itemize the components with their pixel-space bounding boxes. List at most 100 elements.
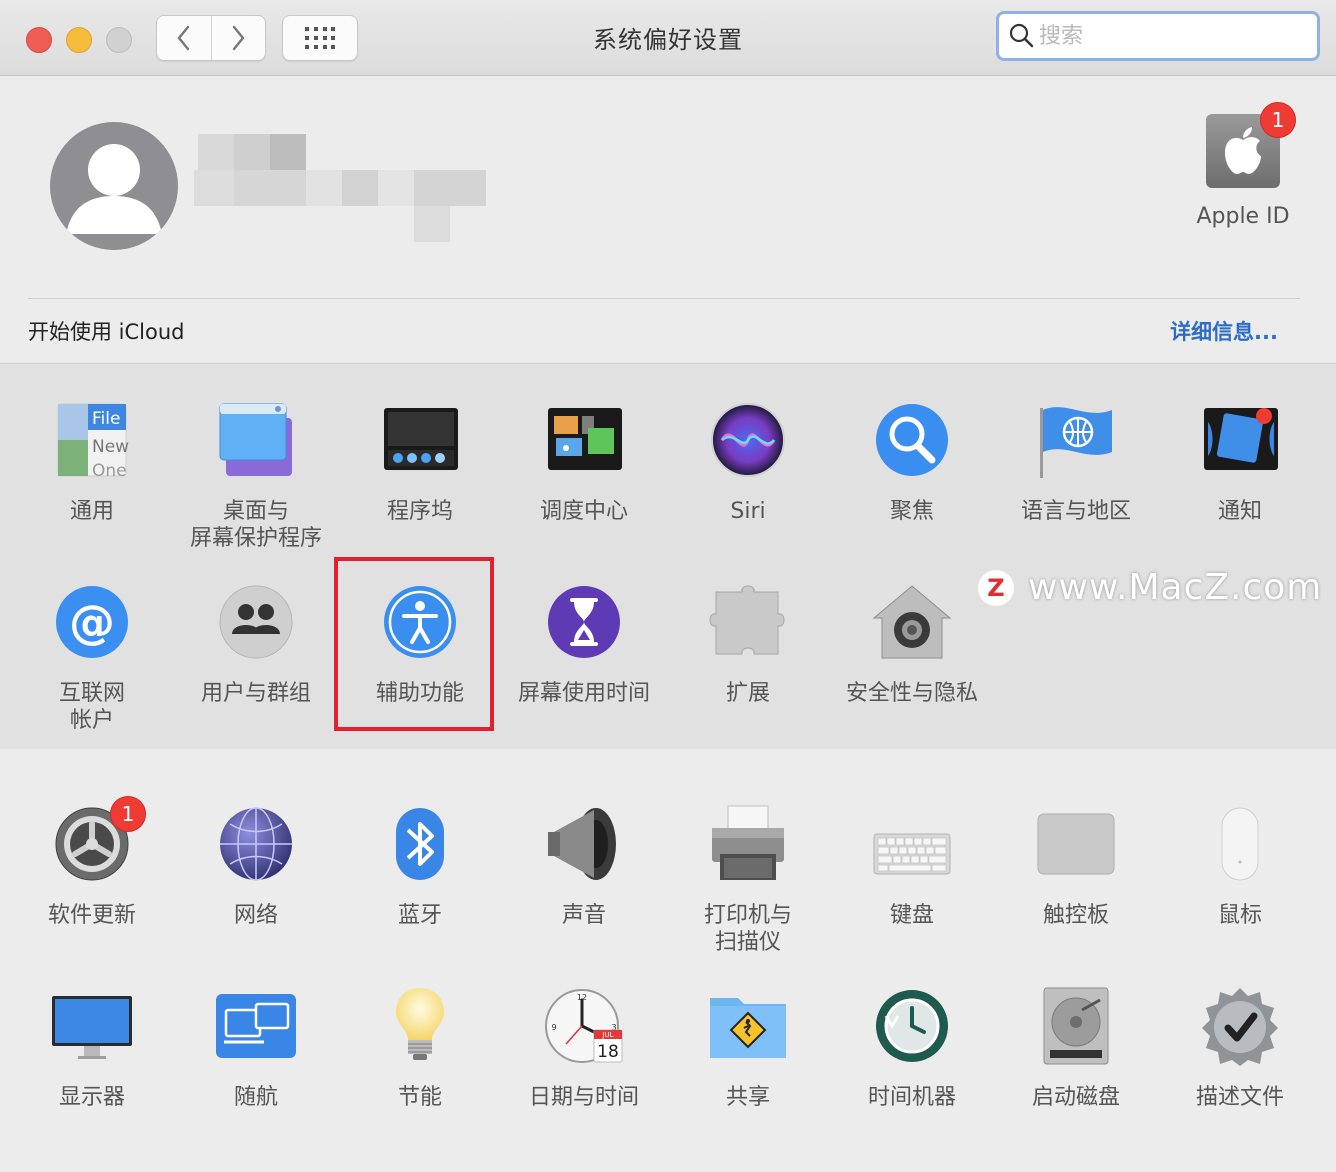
pane-time-machine[interactable]: 时间机器 [830,986,994,1111]
apple-id-badge: 1 [1260,102,1296,138]
pane-extensions[interactable]: 扩展 [666,582,830,707]
pane-label: 聚焦 [889,499,934,524]
svg-text:12: 12 [577,993,587,1002]
security-privacy-icon [872,582,952,662]
pane-printers-scanners[interactable]: 打印机与 扫描仪 [666,804,830,956]
user-avatar[interactable] [50,122,178,250]
pane-label: 用户与群组 [200,681,311,706]
pane-spotlight[interactable]: 聚焦 [830,400,994,525]
siri-icon [708,400,788,480]
pane-label: 显示器 [58,1085,125,1110]
pane-keyboard[interactable]: 键盘 [830,804,994,929]
language-region-icon [1036,400,1116,480]
pane-software-update[interactable]: 1 软件更新 [10,796,174,929]
pane-general[interactable]: File New One 通用 [10,400,174,525]
pane-mission-control[interactable]: 调度中心 [502,400,666,525]
pane-date-time[interactable]: 12 3 9 JUL 18 日期与时间 [502,986,666,1111]
icloud-prompt: 开始使用 iCloud [28,320,185,344]
pane-label: 桌面与 屏幕保护程序 [189,499,322,551]
spotlight-icon [872,400,952,480]
pane-label: 触控板 [1042,903,1109,928]
pane-energy-saver[interactable]: 节能 [338,986,502,1111]
users-groups-icon [216,582,296,662]
general-new-text: New [92,437,129,457]
pane-startup-disk[interactable]: 启动磁盘 [994,986,1158,1111]
search-icon [1009,23,1034,48]
dock-icon [380,400,460,480]
trackpad-icon [1036,804,1116,884]
general-icon: File New One [52,400,132,481]
search-field[interactable] [996,11,1320,61]
displays-icon [52,986,132,1066]
pane-label: 语言与地区 [1020,499,1131,524]
accessibility-highlight-box [334,557,494,731]
bluetooth-icon [380,804,460,884]
pane-label: 蓝牙 [397,903,442,928]
pane-siri[interactable]: Siri [666,400,830,525]
apple-logo-icon [1225,127,1261,174]
pane-label: 鼠标 [1217,903,1262,928]
user-silhouette-icon [66,144,162,234]
pane-profiles[interactable]: 描述文件 [1158,986,1322,1111]
pane-dock[interactable]: 程序坞 [338,400,502,525]
pane-label: 调度中心 [539,499,628,524]
printers-scanners-icon [708,804,788,884]
date-time-icon: 12 3 9 JUL 18 [544,986,624,1066]
pane-label: 程序坞 [386,499,453,524]
pane-notifications[interactable]: 通知 [1158,400,1322,525]
pane-internet-accounts[interactable]: @ 互联网 帐户 [10,582,174,734]
energy-saver-icon [380,986,460,1066]
pane-label: 随航 [233,1085,278,1110]
pane-label: 声音 [561,903,606,928]
general-file-text: File [92,409,120,429]
pane-label: 网络 [233,903,278,928]
pane-displays[interactable]: 显示器 [10,986,174,1111]
pane-sidecar[interactable]: 随航 [174,986,338,1111]
pane-label: 打印机与 扫描仪 [703,903,792,955]
screen-time-icon [544,582,624,662]
pane-label: 启动磁盘 [1031,1085,1120,1110]
pane-sharing[interactable]: 共享 [666,986,830,1111]
watermark-text: www.MacZ.com [1028,567,1323,608]
network-icon [216,804,296,884]
pane-bluetooth[interactable]: 蓝牙 [338,804,502,929]
pane-trackpad[interactable]: 触控板 [994,804,1158,929]
apple-id-pane[interactable]: 1 Apple ID [1190,102,1296,229]
account-section: 1 Apple ID 开始使用 iCloud 详细信息... [0,76,1336,362]
details-link[interactable]: 详细信息... [1170,316,1278,346]
profiles-icon [1200,986,1280,1066]
sharing-icon [708,986,788,1066]
apple-id-label: Apple ID [1196,204,1290,229]
pane-users-groups[interactable]: 用户与群组 [174,582,338,707]
pane-mouse[interactable]: 鼠标 [1158,804,1322,929]
account-divider [28,298,1300,299]
desktop-screensaver-icon [216,400,296,480]
pane-screen-time[interactable]: 屏幕使用时间 [502,582,666,707]
pane-language-region[interactable]: 语言与地区 [994,400,1158,525]
pane-label: 通用 [69,499,114,524]
pane-label: Siri [730,499,766,524]
pane-label: 节能 [397,1085,442,1110]
sound-icon [544,804,624,884]
apple-id-tile: 1 [1206,102,1296,188]
pane-label: 日期与时间 [528,1085,639,1110]
calendar-day-text: 18 [597,1042,619,1062]
pane-label: 屏幕使用时间 [517,681,650,706]
search-input[interactable] [1037,22,1311,50]
calendar-month-text: JUL [601,1031,613,1039]
software-update-badge: 1 [110,796,146,832]
pane-label: 扩展 [725,681,770,706]
sidecar-icon [216,986,296,1066]
mission-control-icon [544,400,624,480]
watermark: Z www.MacZ.com [978,567,1322,608]
extensions-icon [708,582,788,662]
pane-desktop-screensaver[interactable]: 桌面与 屏幕保护程序 [174,400,338,552]
pane-network[interactable]: 网络 [174,804,338,929]
general-one-text: One [92,461,127,480]
pane-security-privacy[interactable]: 安全性与隐私 [830,582,994,707]
internet-accounts-icon: @ [52,582,132,662]
pane-sound[interactable]: 声音 [502,804,666,929]
pane-label: 通知 [1217,499,1262,524]
pane-label: 安全性与隐私 [845,681,978,706]
time-machine-icon [872,986,952,1066]
